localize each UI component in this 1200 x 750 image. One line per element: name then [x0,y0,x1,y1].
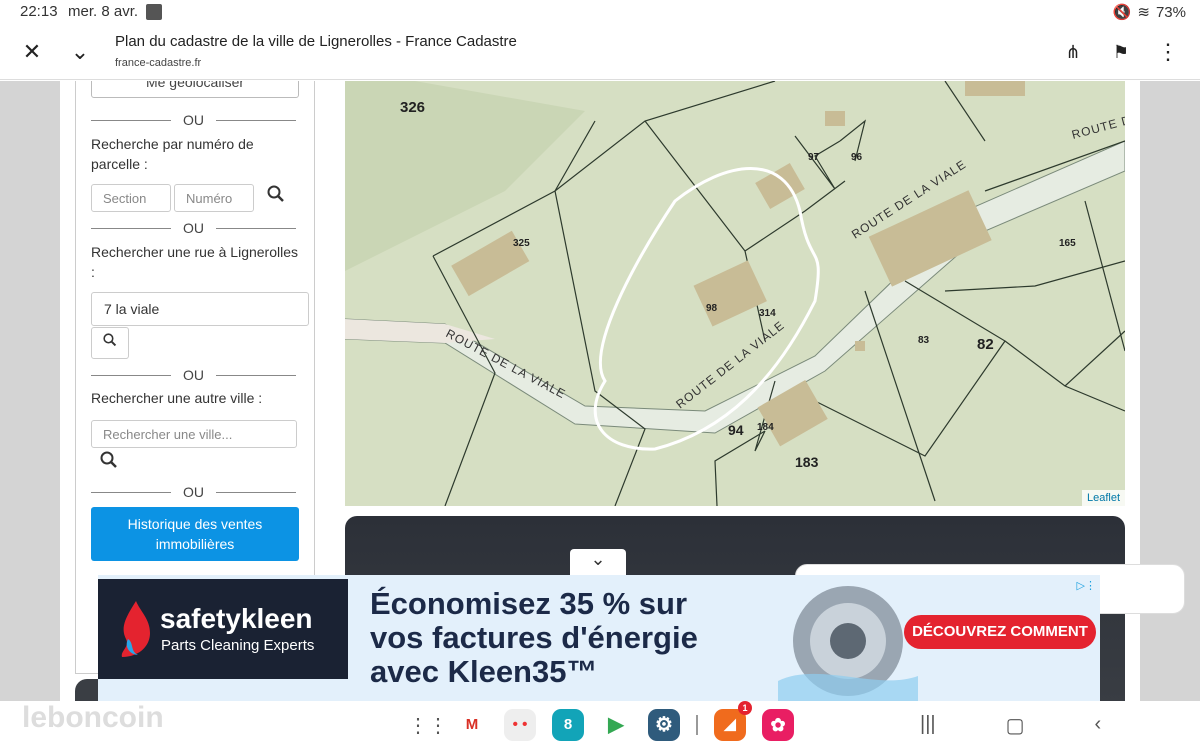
number-input[interactable]: Numéro [174,184,254,212]
status-bar: 22:13 mer. 8 avr. 🔇 ≋ 73% [0,0,1200,24]
close-icon[interactable]: ✕ [16,36,48,68]
parcel-search-button[interactable] [258,184,294,214]
geolocate-button[interactable]: Me géolocaliser [91,81,299,98]
mute-icon: 🔇 [1112,4,1132,21]
separator-or: OU [91,367,296,383]
browser-toolbar: ✕ ⌄ Plan du cadastre de la ville de Lign… [0,24,1200,80]
app-drawer-icon[interactable]: ⋮⋮ [408,713,448,738]
ad-headline-line: avec Kleen35™ [370,654,598,689]
separator-or: OU [91,112,296,128]
street-input[interactable]: 7 la viale [91,292,309,326]
calendar-day: 8 [563,716,573,733]
section-input[interactable]: Section [91,184,171,212]
parcel-label: 82 [977,336,994,353]
droplet-icon [121,601,150,657]
ad-cta-button[interactable]: DÉCOUVREZ COMMENT [904,615,1096,649]
bookmark-icon[interactable]: ⚑ [1105,36,1137,68]
ad-banner[interactable]: safetykleen Parts Cleaning Experts Écono… [98,575,1100,701]
parcel-label: 165 [1059,238,1076,249]
search-icon [267,185,284,202]
battery-level: 73% [1155,3,1186,21]
home-icon[interactable]: ▢ [1006,713,1025,738]
cadastre-map[interactable]: 326 97 96 325 165 98 314 83 82 94 184 18… [345,81,1125,506]
ad-brand: safetykleen [160,603,313,634]
street-search-label: Rechercher une rue à Lignerolles : [91,244,299,280]
ad-product-image [778,586,918,701]
parcel-label: 97 [808,152,820,163]
separator-or: OU [91,484,296,500]
taskbar-divider [696,715,698,735]
ad-headline-line: Économisez 35 % sur [370,586,688,621]
app-icon[interactable]: • • [504,709,536,741]
clock: 22:13 [20,3,58,20]
city-search-label: Rechercher une autre ville : [91,390,263,406]
parcel-label: 325 [513,238,530,249]
notification-icon [146,4,162,20]
back-icon[interactable]: ‹ [1095,713,1102,738]
parcel-label: 96 [851,152,863,163]
system-buttons: ||| ▢ ‹ [920,713,1101,738]
city-input[interactable]: Rechercher une ville... [91,420,297,448]
city-search-button[interactable] [91,450,127,480]
parcel-label: 326 [400,99,425,116]
share-icon[interactable]: ⋔ [1057,36,1089,68]
ad-headline-line: vos factures d'énergie [370,620,698,655]
parcel-label: 83 [918,335,930,346]
street-search-button[interactable] [91,327,129,359]
play-store-icon[interactable]: ▶ [600,709,632,741]
parcel-label: 184 [757,422,774,433]
separator-or: OU [91,220,296,236]
calendar-icon[interactable]: 8 [552,709,584,741]
parcel-label: 94 [728,422,744,438]
system-navbar: leboncoin ⋮⋮ M • • 8 ▶ ⚙ ◢ 1 ✿ ||| ▢ ‹ [0,701,1200,750]
ad-headline: Économisez 35 % sur vos factures d'énerg… [370,587,698,689]
search-icon [103,333,117,347]
flower-app-icon[interactable]: ✿ [762,709,794,741]
ad-brand-subtitle: Parts Cleaning Experts [161,637,315,654]
search-icon [100,451,117,468]
app-icon[interactable]: ◢ 1 [714,701,752,741]
parcel-label: 183 [795,454,819,470]
recent-apps-icon[interactable]: ||| [920,713,936,738]
status-icons: 🔇 ≋ 73% [1112,3,1186,22]
ad-logo: safetykleen Parts Cleaning Experts [98,579,348,679]
adchoices-icon[interactable]: ▷⋮ [1077,579,1096,592]
chevron-down-icon[interactable]: ⌄ [64,36,96,68]
gmail-icon[interactable]: M [456,709,488,741]
wifi-icon: ≋ [1137,4,1150,21]
parcel-search-label: Recherche par numéro de parcelle : [91,136,254,172]
web-page: Me géolocaliser OU Recherche par numéro … [0,81,1200,701]
chevron-down-icon: ⌄ [590,549,606,569]
settings-icon[interactable]: ⚙ [648,709,680,741]
watermark: leboncoin [22,701,164,734]
leaflet-attribution[interactable]: Leaflet [1081,490,1125,506]
collapse-button[interactable]: ⌄ [570,549,626,577]
parcel-label: 314 [759,308,776,319]
map-canvas: 326 97 96 325 165 98 314 83 82 94 184 18… [345,81,1125,506]
taskbar-apps: ⋮⋮ M • • 8 ▶ ⚙ ◢ 1 ✿ [408,701,794,741]
sales-history-button[interactable]: Historique des ventes immobilières [91,507,299,561]
page-url: france-cadastre.fr [115,57,202,69]
date: mer. 8 avr. [68,3,139,20]
page-title: Plan du cadastre de la ville de Lignerol… [115,33,517,50]
notification-badge: 1 [738,701,752,715]
parcel-label: 98 [706,303,718,314]
more-icon[interactable]: ⋮ [1152,36,1184,68]
